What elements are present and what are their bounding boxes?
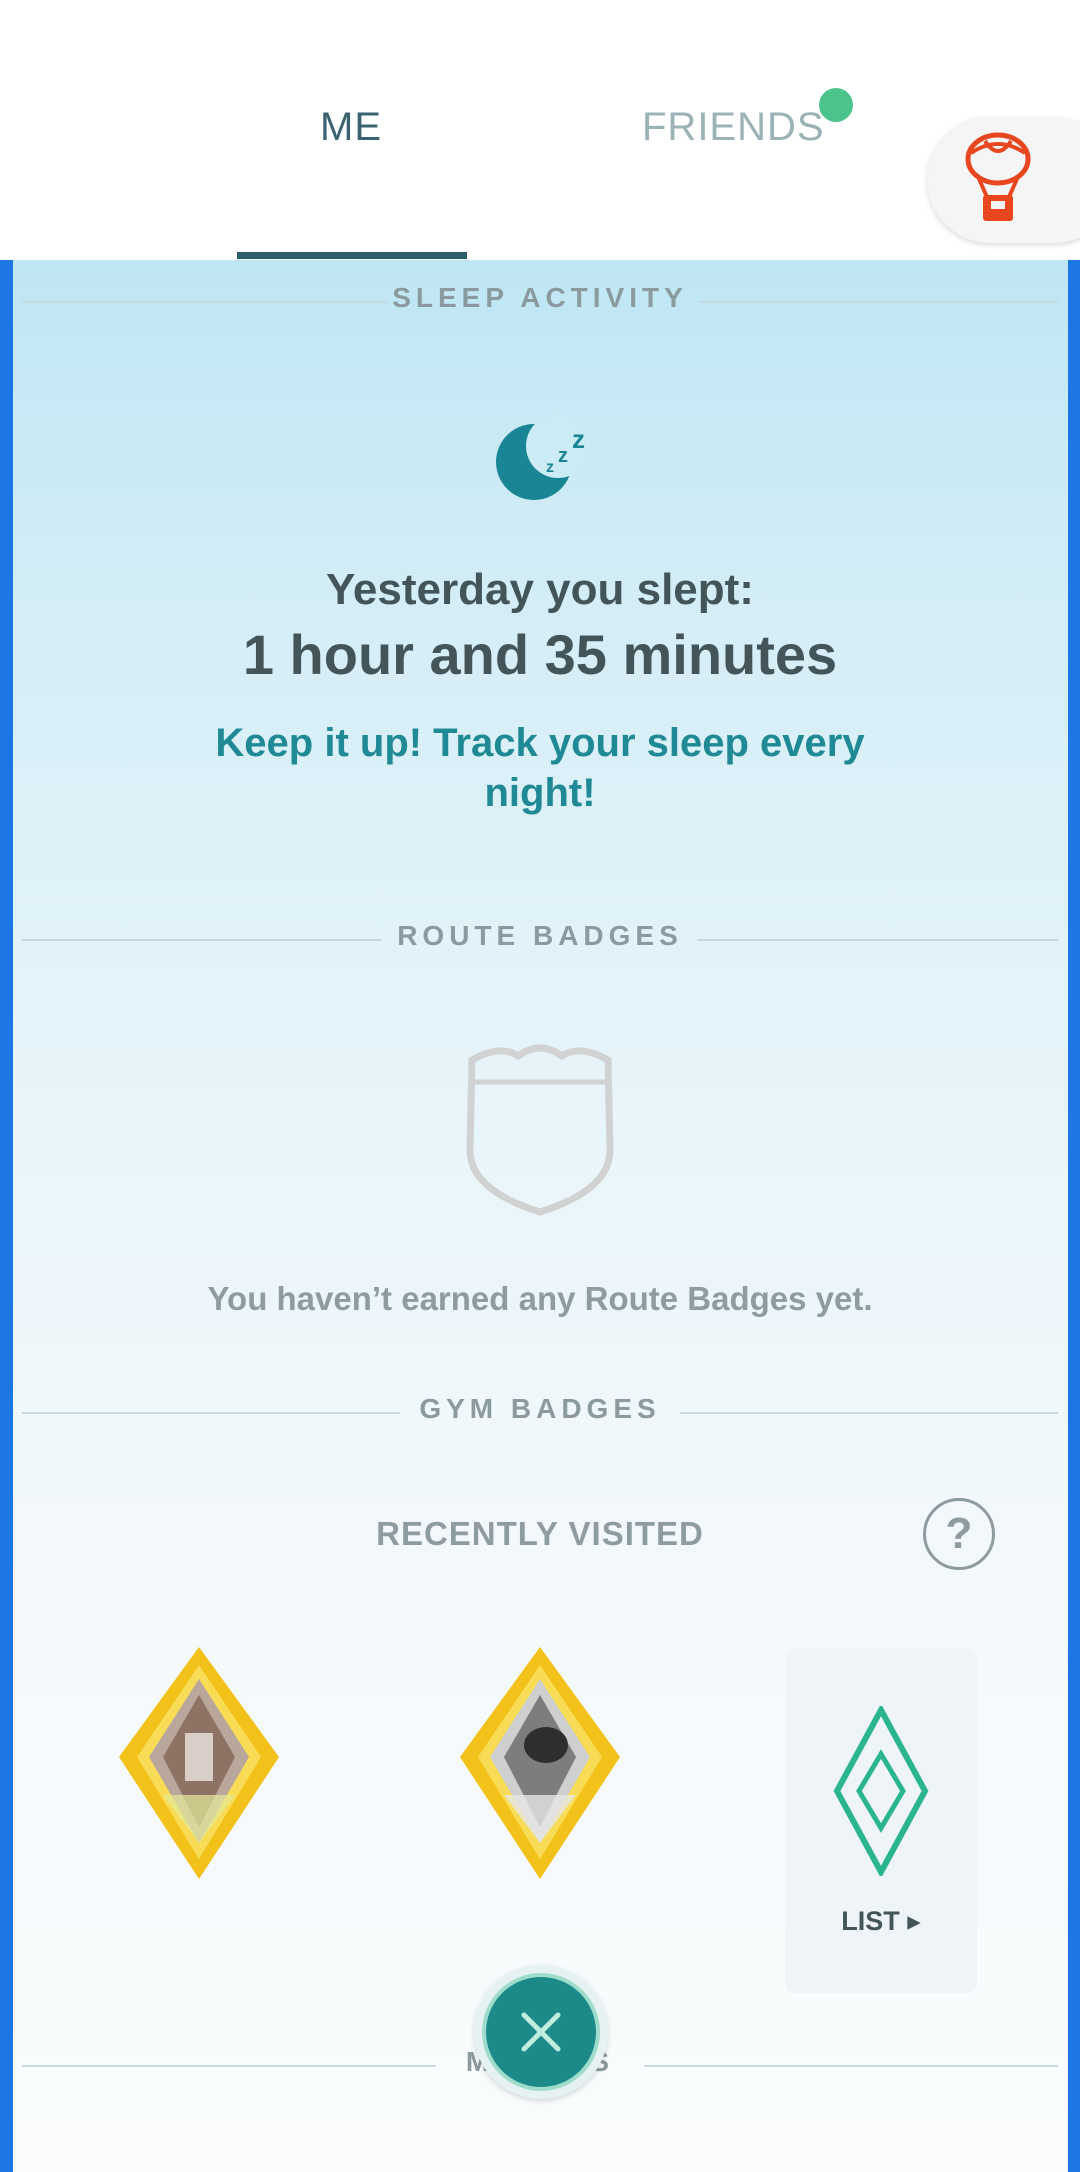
tab-me[interactable]: ME: [320, 105, 382, 150]
sleep-duration: 1 hour and 35 minutes: [242, 623, 838, 686]
frame-edge-left: [0, 260, 13, 2172]
route-badges-header: ROUTE BADGES: [22, 920, 1058, 960]
route-badges-empty-message: You haven’t earned any Route Badges yet.: [207, 1280, 873, 1317]
friends-notification-dot: [819, 88, 853, 122]
list-label: LIST ▸: [841, 1906, 921, 1936]
sleep-activity-header: SLEEP ACTIVITY: [22, 282, 1058, 322]
active-tab-indicator: [237, 252, 467, 259]
gym-badges-title: GYM BADGES: [419, 1393, 661, 1424]
sleep-label: Yesterday you slept:: [326, 565, 754, 614]
balloon-icon: [965, 132, 1031, 221]
gym-badges-header: GYM BADGES: [22, 1393, 1058, 1433]
diamond-outline-icon: [833, 1706, 929, 1876]
moon-sleep-icon: z z z: [496, 414, 590, 500]
gold-gym-badge-icon[interactable]: [115, 1645, 283, 1881]
tab-friends[interactable]: FRIENDS: [642, 105, 825, 150]
sleep-encouragement: Keep it up! Track your sleep every night…: [215, 721, 865, 815]
balloon-button[interactable]: [927, 117, 1080, 243]
route-badges-title: ROUTE BADGES: [397, 920, 683, 951]
gold-gym-badge-icon[interactable]: [456, 1645, 624, 1881]
route-shield-icon: [466, 1044, 614, 1216]
help-button[interactable]: ?: [923, 1498, 995, 1570]
gym-badges-list-button[interactable]: LIST ▸: [785, 1648, 977, 1993]
recently-visited-label: RECENTLY VISITED: [376, 1515, 704, 1552]
close-icon: [521, 2012, 561, 2052]
svg-text:z: z: [558, 445, 568, 467]
svg-text:z: z: [572, 424, 585, 454]
svg-text:z: z: [546, 459, 554, 476]
top-tab-bar: ME FRIENDS: [0, 0, 1080, 260]
frame-edge-right: [1068, 260, 1080, 2172]
sleep-activity-title: SLEEP ACTIVITY: [392, 282, 688, 313]
close-button[interactable]: [474, 1965, 608, 2099]
